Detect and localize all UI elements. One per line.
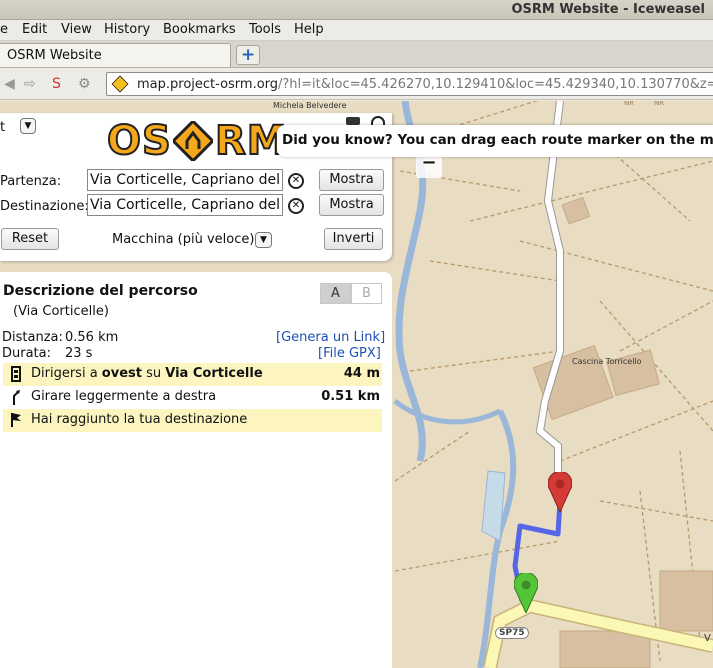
show-destination-button[interactable]: Mostra bbox=[319, 194, 384, 216]
extension-icon[interactable]: ⚙ bbox=[78, 76, 91, 92]
route-title: Descrizione del percorso bbox=[3, 283, 198, 299]
reset-button[interactable]: Reset bbox=[1, 228, 59, 250]
clear-destination-icon[interactable]: ✕ bbox=[288, 198, 304, 214]
osrm-logo: OS RM bbox=[106, 118, 288, 164]
site-favicon-icon bbox=[111, 75, 129, 93]
menu-file[interactable]: e bbox=[0, 22, 8, 37]
show-start-button[interactable]: Mostra bbox=[319, 169, 384, 191]
duration-value: 23 s bbox=[65, 346, 93, 361]
back-arrow-icon[interactable]: ◀ bbox=[4, 76, 15, 92]
noscript-icon[interactable]: S bbox=[52, 76, 61, 92]
gpx-file-link[interactable]: [File GPX] bbox=[318, 346, 381, 361]
menu-help[interactable]: Help bbox=[294, 22, 324, 37]
language-dropdown[interactable]: ▼ bbox=[20, 118, 36, 134]
instruction-row[interactable]: Dirigersi a ovest su Via Corticelle 44 m bbox=[3, 363, 382, 386]
start-icon bbox=[10, 366, 22, 382]
road-ref-sp75: SP75 bbox=[495, 627, 529, 639]
menu-tools[interactable]: Tools bbox=[249, 22, 281, 37]
tab-osrm[interactable]: OSRM Website bbox=[0, 43, 231, 67]
instruction-distance: 44 m bbox=[343, 366, 380, 381]
window-title: OSRM Website - Iceweasel bbox=[511, 2, 705, 17]
url-text: map.project-osrm.org/?hl=it&loc=45.42627… bbox=[137, 77, 713, 92]
place-label-top: Michela Belvedere bbox=[273, 101, 347, 110]
logo-roadsign-icon bbox=[173, 121, 213, 161]
nr-label: NR bbox=[624, 101, 635, 107]
window-titlebar: OSRM Website - Iceweasel bbox=[0, 0, 713, 20]
distance-value: 0.56 km bbox=[65, 330, 119, 345]
print-icon[interactable] bbox=[346, 117, 360, 125]
start-input[interactable]: Via Corticelle, Capriano del C bbox=[87, 169, 283, 191]
route-b-button[interactable]: B bbox=[351, 283, 382, 304]
instruction-text: Girare leggermente a destra bbox=[31, 389, 217, 404]
destination-label: Destinazione: bbox=[0, 199, 89, 214]
instruction-text: Dirigersi a ovest su Via Corticelle bbox=[31, 366, 263, 381]
instruction-row[interactable]: Girare leggermente a destra 0.51 km bbox=[3, 386, 382, 409]
mode-select-value[interactable]: Macchina (più veloce) bbox=[112, 232, 254, 247]
generate-link[interactable]: [Genera un Link] bbox=[276, 330, 385, 345]
forward-arrow-icon[interactable]: ⇨ bbox=[24, 76, 36, 92]
edge-label: V bbox=[704, 633, 711, 644]
invert-button[interactable]: Inverti bbox=[324, 228, 383, 250]
tab-label: OSRM Website bbox=[7, 48, 102, 63]
tip-text: Did you know? You can drag each route ma… bbox=[282, 132, 713, 148]
clear-start-icon[interactable]: ✕ bbox=[288, 173, 304, 189]
destination-input[interactable]: Via Corticelle, Capriano del C bbox=[87, 194, 283, 216]
menu-edit[interactable]: Edit bbox=[22, 22, 47, 37]
navigation-bar: ◀ ⇨ S ⚙ map.project-osrm.org/?hl=it&loc=… bbox=[0, 68, 713, 100]
distance-label: Distanza: bbox=[2, 330, 63, 345]
start-label: Partenza: bbox=[0, 174, 62, 189]
logo-text-left: OS bbox=[106, 118, 172, 164]
instruction-row[interactable]: Hai raggiunto la tua destinazione bbox=[3, 409, 382, 432]
route-subtitle: (Via Corticelle) bbox=[13, 304, 109, 319]
language-label: t bbox=[0, 120, 6, 135]
duration-label: Durata: bbox=[2, 346, 52, 361]
tip-balloon: Did you know? You can drag each route ma… bbox=[277, 125, 713, 157]
place-label-farm: Cascina Torricello bbox=[572, 357, 642, 366]
menu-history[interactable]: History bbox=[104, 22, 150, 37]
address-bar[interactable]: map.project-osrm.org/?hl=it&loc=45.42627… bbox=[106, 72, 713, 96]
destination-marker-icon[interactable] bbox=[548, 472, 572, 512]
menu-bookmarks[interactable]: Bookmarks bbox=[163, 22, 236, 37]
start-marker-icon[interactable] bbox=[514, 573, 538, 613]
menu-view[interactable]: View bbox=[61, 22, 92, 37]
menu-bar: e Edit View History Bookmarks Tools Help bbox=[0, 20, 713, 41]
instruction-distance: 0.51 km bbox=[321, 389, 380, 404]
tab-bar: OSRM Website + bbox=[0, 41, 713, 68]
route-a-button[interactable]: A bbox=[320, 283, 351, 304]
instruction-text: Hai raggiunto la tua destinazione bbox=[31, 412, 248, 427]
mode-dropdown[interactable]: ▼ bbox=[255, 232, 272, 248]
plus-icon: + bbox=[241, 45, 256, 65]
turn-slight-right-icon bbox=[10, 389, 22, 405]
nr-label: NR bbox=[654, 101, 665, 107]
new-tab-button[interactable]: + bbox=[236, 45, 260, 65]
flag-icon bbox=[10, 412, 22, 428]
